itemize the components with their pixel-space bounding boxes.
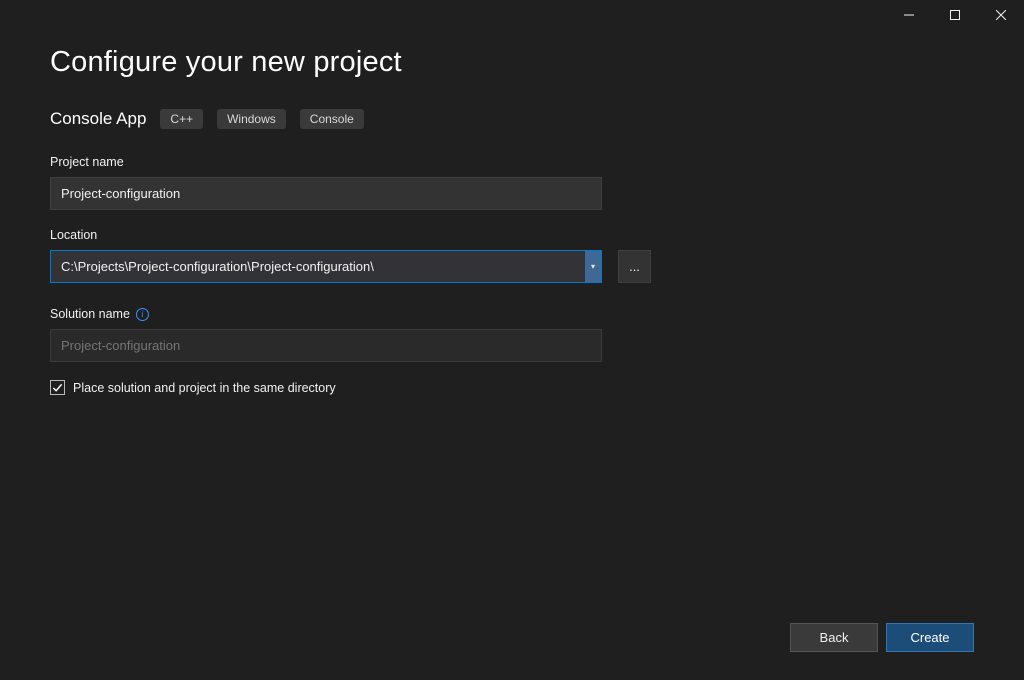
location-label: Location bbox=[50, 228, 974, 242]
create-button[interactable]: Create bbox=[886, 623, 974, 652]
browse-button[interactable]: ... bbox=[618, 250, 651, 283]
solution-name-label: Solution name bbox=[50, 307, 130, 321]
same-directory-label: Place solution and project in the same d… bbox=[73, 381, 336, 395]
template-tag: Windows bbox=[217, 109, 286, 129]
back-button[interactable]: Back bbox=[790, 623, 878, 652]
chevron-down-icon: ▾ bbox=[591, 262, 595, 271]
template-tag: C++ bbox=[160, 109, 203, 129]
location-dropdown-button[interactable]: ▾ bbox=[585, 251, 601, 282]
project-name-label: Project name bbox=[50, 155, 974, 169]
titlebar bbox=[886, 0, 1024, 30]
location-combobox[interactable]: ▾ bbox=[50, 250, 602, 283]
template-tag: Console bbox=[300, 109, 364, 129]
project-name-input[interactable] bbox=[50, 177, 602, 210]
minimize-button[interactable] bbox=[886, 0, 932, 30]
solution-name-input bbox=[50, 329, 602, 362]
template-row: Console App C++ Windows Console bbox=[50, 109, 974, 129]
location-input[interactable] bbox=[51, 251, 585, 282]
page-title: Configure your new project bbox=[50, 46, 974, 79]
template-name: Console App bbox=[50, 109, 146, 129]
same-directory-checkbox[interactable] bbox=[50, 380, 65, 395]
close-button[interactable] bbox=[978, 0, 1024, 30]
maximize-button[interactable] bbox=[932, 0, 978, 30]
info-icon[interactable]: i bbox=[136, 308, 149, 321]
